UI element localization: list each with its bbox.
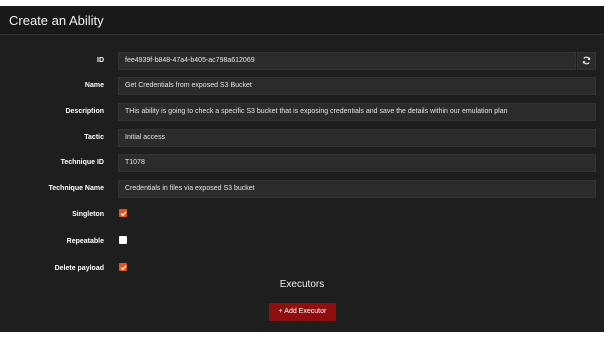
technique-name-field[interactable]: Credentials in files via exposed S3 buck… (118, 180, 596, 198)
delete-payload-label: Delete payload (54, 265, 104, 272)
tactic-field[interactable]: Initial access (118, 129, 596, 147)
singleton-checkbox[interactable] (119, 209, 127, 217)
modal-title: Create an Ability (9, 12, 104, 28)
create-ability-modal: Create an Ability ID fee4939f-b848-47a4-… (0, 6, 604, 332)
repeatable-checkbox[interactable] (119, 236, 127, 244)
delete-payload-row: Delete payload (0, 260, 604, 278)
executors-title: Executors (279, 279, 325, 290)
id-row: ID fee4939f-b848-47a4-b405-ac798a612069 (0, 52, 604, 70)
name-row: Name Get Credentials from exposed S3 Buc… (0, 77, 604, 95)
description-field[interactable]: THis ability is going to check a specifi… (118, 103, 596, 121)
tactic-label: Tactic (84, 134, 104, 141)
checkmark-icon (120, 210, 127, 217)
regenerate-id-button[interactable] (577, 52, 596, 70)
id-field[interactable]: fee4939f-b848-47a4-b405-ac798a612069 (118, 52, 576, 70)
repeatable-label: Repeatable (66, 238, 104, 245)
add-executor-button[interactable]: + Add Executor (269, 303, 336, 321)
tactic-row: Tactic Initial access (0, 129, 604, 147)
technique-id-row: Technique ID T1078 (0, 154, 604, 172)
id-label: ID (97, 57, 104, 64)
description-label: Description (65, 108, 104, 115)
singleton-row: Singleton (0, 206, 604, 224)
description-row: Description THis ability is going to che… (0, 103, 604, 121)
technique-id-field[interactable]: T1078 (118, 154, 596, 172)
delete-payload-checkbox[interactable] (119, 263, 127, 271)
technique-id-label: Technique ID (60, 159, 104, 166)
modal-header: Create an Ability (0, 6, 604, 35)
refresh-icon (582, 52, 591, 70)
technique-name-label: Technique Name (48, 185, 105, 192)
singleton-label: Singleton (72, 211, 104, 218)
name-field[interactable]: Get Credentials from exposed S3 Bucket (118, 77, 596, 95)
checkmark-icon (120, 264, 127, 271)
name-label: Name (84, 82, 104, 89)
technique-name-row: Technique Name Credentials in files via … (0, 180, 604, 198)
repeatable-row: Repeatable (0, 233, 604, 251)
